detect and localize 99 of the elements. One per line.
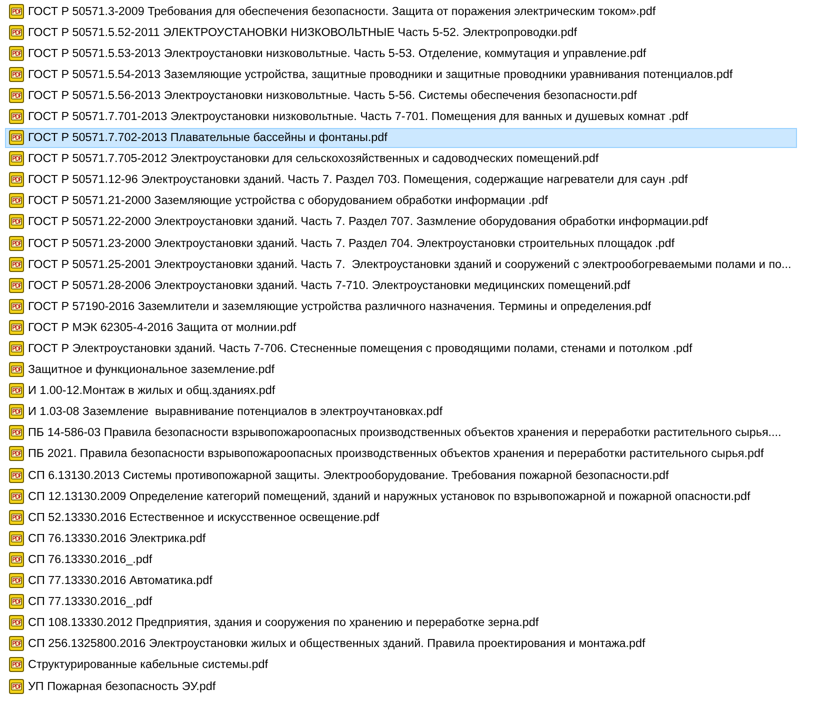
file-name: ГОСТ Р 50571.7.705-2012 Электроустановки для сельскохозяйственных и садоводческих помещений.pdf bbox=[28, 152, 599, 166]
pdf-file-icon bbox=[9, 130, 24, 146]
file-name: И 1.03-08 Заземление выравнивание потенциалов в электроучтановках.pdf bbox=[28, 405, 442, 418]
file-name: ГОСТ Р 50571.7.701-2013 Электроустановки низковольтные. Часть 7-701. Помещения для ванных и душевых комнат .pdf bbox=[28, 110, 688, 123]
file-name: СП 108.13330.2012 Предприятия, здания и сооружения по хранению и переработке зерна.pdf bbox=[28, 616, 539, 630]
file-item[interactable]: СП 6.13130.2013 Системы противопожарной защиты. Электрооборудование. Требования пожарной безопасности.pdf bbox=[5, 465, 797, 486]
pdf-file-icon bbox=[9, 362, 24, 378]
file-name: ГОСТ Р МЭК 62305-4-2016 Защита от молнии.pdf bbox=[28, 320, 296, 334]
file-name: ГОСТ Р 50571.5.54-2013 Заземляющие устройства, защитные проводники и защитные проводники уравнивания потенциалов.pdf bbox=[28, 68, 733, 81]
pdf-file-icon bbox=[9, 172, 24, 188]
file-item[interactable]: ГОСТ Р 50571.7.705-2012 Электроустановки для сельскохозяйственных и садоводческих помещений.pdf bbox=[5, 148, 797, 169]
file-name: ПБ 14-586-03 Правила безопасности взрывопожароопасных производственных объектов хранения и переработки растительного сырья.... bbox=[28, 426, 782, 440]
file-item[interactable]: СП 77.13330.2016_.pdf bbox=[5, 592, 797, 612]
file-name: ПБ 2021. Правила безопасности взрывопожароопасных производственных объектов хранения и переработки растительного сырья.pdf bbox=[28, 447, 764, 460]
file-name: УП Пожарная безопасность ЭУ.pdf bbox=[28, 680, 216, 692]
file-item[interactable]: ГОСТ Р 50571.3-2009 Требования для обеспечения безопасности. Защита от поражения электрическим током».pdf bbox=[5, 1, 797, 21]
file-name: СП 52.13330.2016 Естественное и искусственное освещение.pdf bbox=[28, 510, 380, 524]
file-item[interactable]: УП Пожарная безопасность ЭУ.pdf bbox=[5, 676, 797, 696]
pdf-file-icon bbox=[9, 636, 24, 652]
file-item[interactable]: ГОСТ Р 50571.12-96 Электроустановки зданий. Часть 7. Раздел 703. Помещения, содержащие нагреватели для саун .pdf bbox=[5, 170, 797, 190]
file-name: ГОСТ Р 50571.7.702-2013 Плавательные бассейны и фонтаны.pdf bbox=[28, 131, 388, 144]
file-name: ГОСТ Р 50571.5.56-2013 Электроустановки низковольтные. Часть 5-56. Системы обеспечения безопасности.pdf bbox=[28, 88, 637, 102]
file-item[interactable]: Структурированные кабельные системы.pdf bbox=[5, 654, 797, 675]
pdf-file-icon bbox=[9, 4, 24, 18]
file-name: ГОСТ Р 50571.5.53-2013 Электроустановки низковольтные. Часть 5-53. Отделение, коммутация и управление.pdf bbox=[28, 46, 646, 60]
file-name: Защитное и функциональное заземление.pdf bbox=[28, 363, 275, 376]
pdf-file-icon bbox=[9, 404, 24, 420]
file-item[interactable]: СП 12.13130.2009 Определение категорий помещений, зданий и наружных установок по взрывопожарной и пожарной опасности.pdf bbox=[5, 486, 797, 506]
pdf-file-icon bbox=[9, 488, 24, 504]
pdf-file-icon bbox=[9, 256, 24, 272]
file-item[interactable]: ГОСТ Р МЭК 62305-4-2016 Защита от молнии.pdf bbox=[5, 317, 797, 338]
pdf-file-icon bbox=[9, 66, 24, 82]
file-item[interactable]: ГОСТ Р 57190-2016 Заземлители и заземляющие устройства различного назначения. Термины и определения.pdf bbox=[5, 296, 797, 316]
file-item[interactable]: СП 76.13330.2016 Электрика.pdf bbox=[5, 528, 797, 548]
file-name: ГОСТ Р 50571.12-96 Электроустановки зданий. Часть 7. Раздел 703. Помещения, содержащие нагреватели для саун .pdf bbox=[28, 173, 688, 186]
pdf-file-icon bbox=[9, 88, 24, 103]
pdf-file-icon bbox=[9, 278, 24, 293]
pdf-file-icon bbox=[9, 615, 24, 630]
file-name: ГОСТ Р 50571.28-2006 Электроустановки зданий. Часть 7-710. Электроустановки медицинских помещений.pdf bbox=[28, 278, 630, 292]
pdf-file-icon bbox=[9, 383, 24, 398]
file-item[interactable]: ГОСТ Р 50571.22-2000 Электроустановки зданий. Часть 7. Раздел 707. Зазмление оборудования обработки информации.pdf bbox=[5, 212, 797, 232]
file-name: ГОСТ Р 50571.5.52-2011 ЭЛЕКТРОУСТАНОВКИ НИЗКОВОЛЬТНЫЕ Часть 5-52. Электропроводки.pdf bbox=[28, 26, 578, 39]
file-name: СП 76.13330.2016_.pdf bbox=[28, 552, 152, 566]
file-item[interactable]: СП 52.13330.2016 Естественное и искусственное освещение.pdf bbox=[5, 507, 797, 528]
pdf-file-icon bbox=[9, 594, 24, 610]
file-name: ГОСТ Р 50571.22-2000 Электроустановки зданий. Часть 7. Раздел 707. Зазмление оборудования обработки информации.pdf bbox=[28, 215, 708, 228]
pdf-file-icon bbox=[9, 320, 24, 335]
pdf-file-icon bbox=[9, 425, 24, 440]
file-name: СП 6.13130.2013 Системы противопожарной защиты. Электрооборудование. Требования пожарной безопасности.pdf bbox=[28, 468, 669, 482]
file-item[interactable]: ПБ 2021. Правила безопасности взрывопожароопасных производственных объектов хранения и переработки растительного сырья.pdf bbox=[5, 444, 797, 464]
file-item[interactable]: СП 76.13330.2016_.pdf bbox=[5, 549, 797, 570]
pdf-file-icon bbox=[9, 108, 24, 124]
file-name: СП 12.13130.2009 Определение категорий помещений, зданий и наружных установок по взрывопожарной и пожарной опасности.pdf bbox=[28, 490, 750, 503]
file-item[interactable]: ГОСТ Р 50571.23-2000 Электроустановки зданий. Часть 7. Раздел 704. Электроустановки строительных площадок .pdf bbox=[5, 233, 797, 254]
pdf-file-icon bbox=[9, 236, 24, 251]
file-name: СП 76.13330.2016 Электрика.pdf bbox=[28, 532, 206, 545]
pdf-file-icon bbox=[9, 510, 24, 525]
pdf-file-icon bbox=[9, 657, 24, 672]
file-name: СП 77.13330.2016_.pdf bbox=[28, 595, 152, 608]
file-item[interactable]: И 1.03-08 Заземление выравнивание потенциалов в электроучтановках.pdf bbox=[5, 402, 797, 422]
pdf-file-icon bbox=[9, 573, 24, 588]
file-item[interactable]: ГОСТ Р 50571.28-2006 Электроустановки зданий. Часть 7-710. Электроустановки медицинских помещений.pdf bbox=[5, 275, 797, 296]
pdf-file-icon bbox=[9, 151, 24, 166]
pdf-file-icon bbox=[9, 341, 24, 356]
pdf-file-icon bbox=[9, 298, 24, 314]
file-item[interactable]: ГОСТ Р 50571.5.54-2013 Заземляющие устройства, защитные проводники и защитные проводники уравнивания потенциалов.pdf bbox=[5, 64, 797, 84]
file-name: ГОСТ Р 50571.3-2009 Требования для обеспечения безопасности. Защита от поражения электрическим током».pdf bbox=[28, 4, 656, 18]
pdf-file-icon bbox=[9, 193, 24, 208]
file-item[interactable]: ПБ 14-586-03 Правила безопасности взрывопожароопасных производственных объектов хранения и переработки растительного сырья.... bbox=[5, 422, 797, 443]
file-item[interactable]: ГОСТ Р 50571.5.56-2013 Электроустановки низковольтные. Часть 5-56. Системы обеспечения безопасности.pdf bbox=[5, 85, 797, 106]
file-item[interactable]: ГОСТ Р 50571.21-2000 Заземляющие устройства с оборудованием обработки информации .pdf bbox=[5, 190, 797, 211]
pdf-file-icon bbox=[9, 678, 24, 694]
file-name: ГОСТ Р 50571.23-2000 Электроустановки зданий. Часть 7. Раздел 704. Электроустановки строительных площадок .pdf bbox=[28, 236, 674, 250]
file-name: Структурированные кабельные системы.pdf bbox=[28, 658, 268, 672]
pdf-file-icon bbox=[9, 530, 24, 546]
pdf-file-icon bbox=[9, 468, 24, 483]
pdf-file-icon bbox=[9, 552, 24, 567]
pdf-file-icon bbox=[9, 446, 24, 462]
file-name: ГОСТ Р 50571.25-2001 Электроустановки зданий. Часть 7. Электроустановки зданий и сооружений с электрообогреваемыми полами и по... bbox=[28, 258, 792, 271]
file-item[interactable]: Защитное и функциональное заземление.pdf bbox=[5, 360, 797, 380]
file-item[interactable]: ГОСТ Р 50571.5.53-2013 Электроустановки низковольтные. Часть 5-53. Отделение, коммутация и управление.pdf bbox=[5, 43, 797, 64]
pdf-file-icon bbox=[9, 24, 24, 40]
file-item[interactable]: ГОСТ Р Электроустановки зданий. Часть 7-706. Стесненные помещения с проводящими полами, стенами и потолком .pdf bbox=[5, 338, 797, 358]
file-name: ГОСТ Р 50571.21-2000 Заземляющие устройства с оборудованием обработки информации .pdf bbox=[28, 194, 548, 208]
file-item[interactable]: ГОСТ Р 50571.7.701-2013 Электроустановки низковольтные. Часть 7-701. Помещения для ванных и душевых комнат .pdf bbox=[5, 106, 797, 126]
file-item[interactable]: СП 256.1325800.2016 Электроустановки жилых и общественных зданий. Правила проектирования и монтажа.pdf bbox=[5, 634, 797, 654]
file-item[interactable]: И 1.00-12.Монтаж в жилых и общ.зданиях.pdf bbox=[5, 380, 797, 401]
file-item[interactable]: СП 108.13330.2012 Предприятия, здания и сооружения по хранению и переработке зерна.pdf bbox=[5, 612, 797, 633]
file-item[interactable]: ГОСТ Р 50571.5.52-2011 ЭЛЕКТРОУСТАНОВКИ НИЗКОВОЛЬТНЫЕ Часть 5-52. Электропроводки.pdf bbox=[5, 22, 797, 42]
file-name: СП 256.1325800.2016 Электроустановки жилых и общественных зданий. Правила проектирования и монтажа.pdf bbox=[28, 637, 646, 650]
file-name: ГОСТ Р 57190-2016 Заземлители и заземляющие устройства различного назначения. Термины и определения.pdf bbox=[28, 300, 651, 313]
file-name: ГОСТ Р Электроустановки зданий. Часть 7-706. Стесненные помещения с проводящими полами, стенами и потолком .pdf bbox=[28, 342, 692, 355]
file-item[interactable]: ГОСТ Р 50571.7.702-2013 Плавательные бассейны и фонтаны.pdf bbox=[5, 128, 797, 148]
pdf-file-icon bbox=[9, 46, 24, 61]
file-name: СП 77.13330.2016 Автоматика.pdf bbox=[28, 574, 212, 588]
file-item[interactable]: СП 77.13330.2016 Автоматика.pdf bbox=[5, 570, 797, 591]
file-name: И 1.00-12.Монтаж в жилых и общ.зданиях.pdf bbox=[28, 384, 276, 398]
pdf-file-icon bbox=[9, 214, 24, 230]
file-item[interactable]: ГОСТ Р 50571.25-2001 Электроустановки зданий. Часть 7. Электроустановки зданий и сооружений с электрообогреваемыми полами и по... bbox=[5, 254, 797, 274]
